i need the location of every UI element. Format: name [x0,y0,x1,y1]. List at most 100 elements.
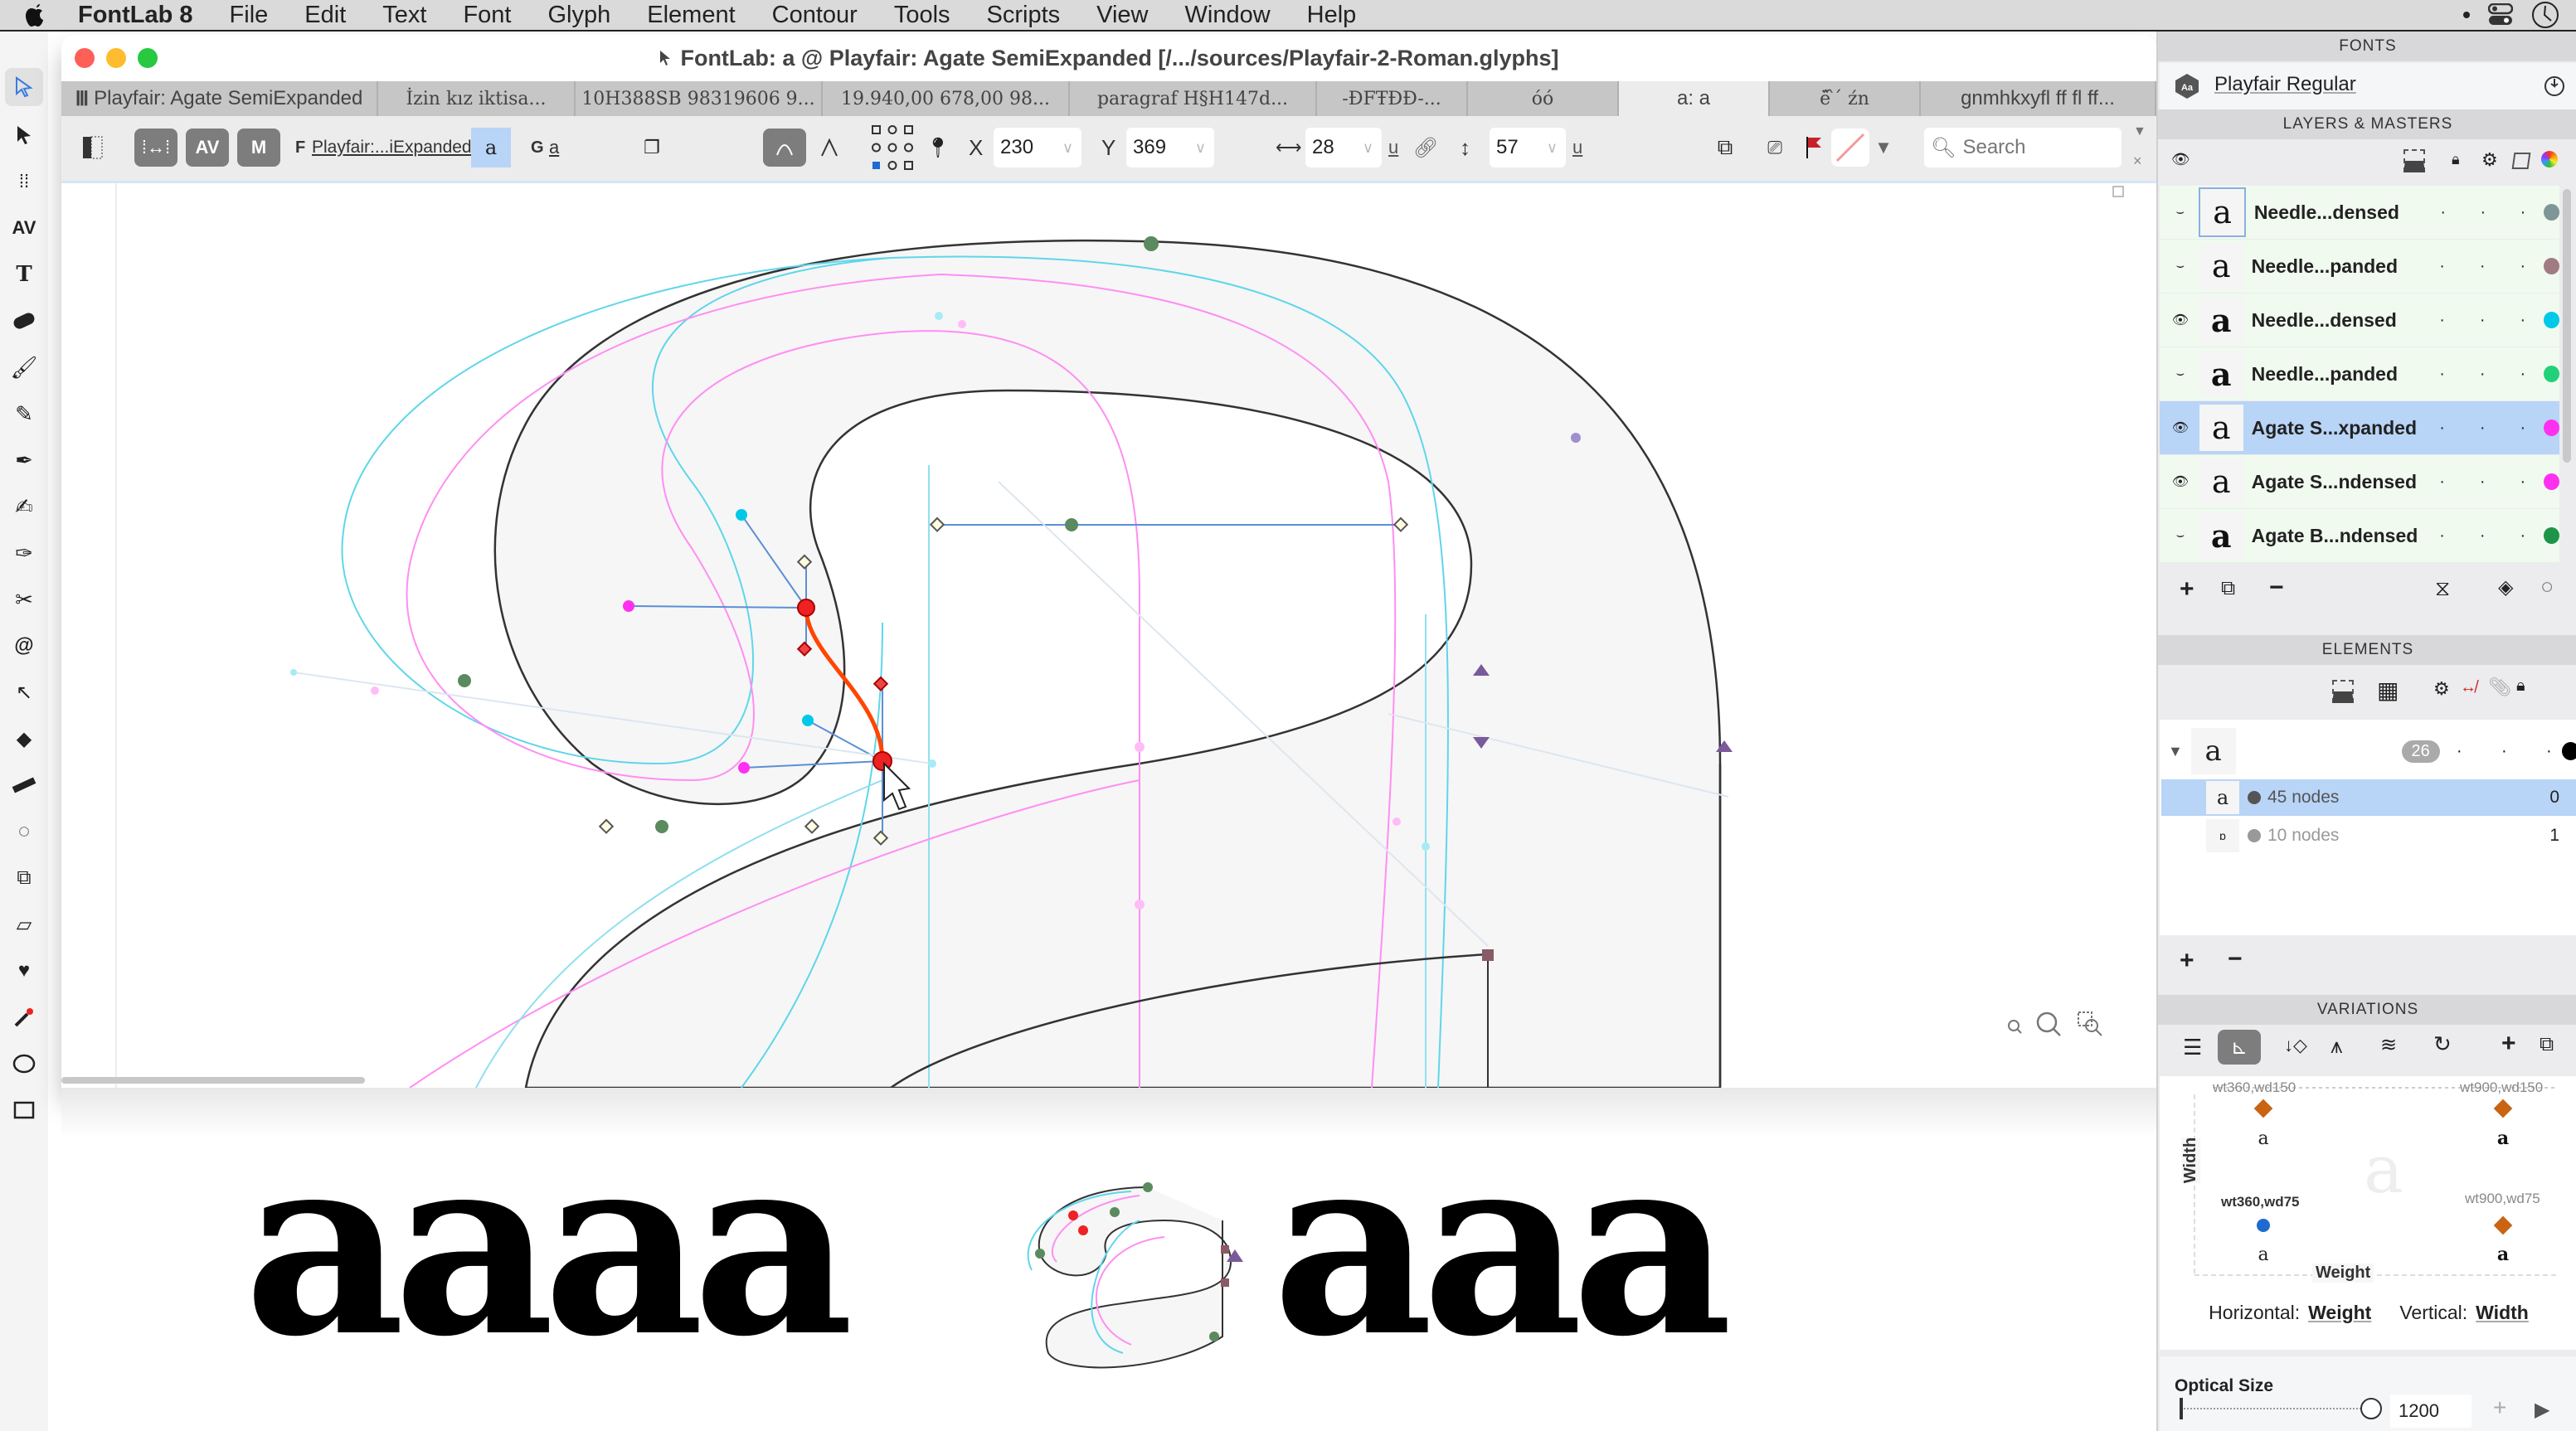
location-pin-button[interactable]: 📍︎ [926,129,950,167]
optical-size-slider-thumb[interactable] [2360,1398,2382,1419]
layer-row[interactable]: ⌣ a Needle...densed · · · [2160,186,2559,239]
eye-open-icon[interactable]: 👁︎ [2165,420,2196,436]
fill-tool-button[interactable]: ◆ [5,720,43,758]
master-marker[interactable] [2253,1099,2273,1118]
horizontal-axis-selector[interactable]: Weight [2308,1302,2371,1324]
magnet-tool-button[interactable]: @ [5,627,43,665]
preview-text-left[interactable]: aaaa [244,1121,854,1370]
search-input[interactable]: 🔍︎ Search [1924,128,2122,167]
app-menu[interactable]: FontLab 8 [78,2,193,29]
brush-tool-button[interactable]: 🖌︎ [5,348,43,386]
element-row-selected[interactable]: a 45 nodes 0 [2161,779,2576,816]
smooth-node-button[interactable] [763,129,806,167]
selection-width-input[interactable]: 28 ∨ [1305,128,1382,167]
pen-tool-button[interactable]: ✒︎ [5,441,43,479]
shear-tool-button[interactable]: ▱ [5,905,43,943]
copy-layer-button[interactable]: ❐ [635,129,668,167]
lock-icon[interactable]: 🔒︎ [2516,677,2525,696]
glyph-cell-button[interactable]: a [471,128,511,167]
eye-closed-icon[interactable]: ⌣ [2165,366,2196,381]
eye-open-icon[interactable]: 👁︎ [2165,473,2196,490]
eraser-tool-button[interactable] [5,302,43,340]
link-dimensions-button[interactable]: 🔗︎ [1412,129,1440,167]
font-name[interactable]: Playfair Regular [2214,73,2356,96]
chevron-down-icon[interactable]: ∨ [1363,139,1373,157]
pencil-tool-button[interactable]: ✎ [5,395,43,433]
chevron-down-icon[interactable]: ∨ [1062,139,1073,157]
remove-element-button[interactable]: − [2228,945,2243,973]
menu-file[interactable]: File [230,2,269,29]
tab-text-6[interactable]: óó [1468,81,1619,116]
search-clear-icon[interactable]: × [2133,153,2142,170]
layer-fill-column-icon[interactable] [2403,149,2425,172]
menu-help[interactable]: Help [1307,2,1357,29]
tab-text-5[interactable]: -ĐFŦĐĐ-... [1317,81,1468,116]
add-master-button[interactable]: + [2501,1030,2516,1058]
kerning-tool-button[interactable]: AV [5,209,43,247]
layers-stack-icon[interactable]: ≋ [2380,1033,2397,1057]
clock-icon[interactable] [2531,1,2559,29]
menu-text[interactable]: Text [382,2,426,29]
menu-contour[interactable]: Contour [772,2,858,29]
element-tool-button[interactable] [5,116,43,154]
cast-button[interactable]: ⎚ [1758,129,1791,167]
search-options-icon[interactable]: ▼ [2133,124,2146,139]
lock-column-icon[interactable]: 🔒︎ [2452,151,2460,168]
current-location-marker[interactable] [2257,1219,2270,1232]
optical-size-slider-track[interactable] [2181,1408,2370,1411]
optical-size-input[interactable]: 1200 [2390,1395,2472,1428]
contour-tool-button[interactable] [5,68,43,106]
refresh-icon[interactable]: ↻ [2433,1031,2452,1057]
duplicate-layer-button[interactable]: ⧉ [2221,577,2235,600]
ellipse-tool-button[interactable] [5,1045,43,1083]
menu-element[interactable]: Element [647,2,735,29]
font-row[interactable]: Aa Playfair Regular [2160,63,2576,109]
node-alignment-grid[interactable] [871,124,914,171]
menu-tools[interactable]: Tools [894,2,950,29]
remove-layer-button[interactable]: − [2269,574,2284,602]
layer-row[interactable]: 👁︎ a Agate S...ndensed · · · [2160,455,2559,508]
chevron-down-icon[interactable]: ∨ [1547,139,1558,157]
power-nib-tool-button[interactable]: ✑ [5,534,43,572]
canvas-corner-icon[interactable] [2112,186,2124,197]
layer-color-swatch[interactable] [2544,420,2559,436]
master-marker[interactable] [2493,1099,2513,1118]
layer-color-swatch[interactable] [2544,204,2559,221]
unlink-icon[interactable]: ↮ [2460,678,2476,697]
overlap-button[interactable]: ⧉ [1708,129,1742,167]
menu-scripts[interactable]: Scripts [987,2,1061,29]
paperclip-icon[interactable]: 📎︎ [2488,677,2511,698]
variations-map[interactable]: a a a a a wt360,wd150 wt900,wd150 wt360,… [2160,1076,2576,1350]
font-selector[interactable]: Playfair:...iExpanded [312,128,472,167]
sidebar-toggle-button[interactable] [76,129,109,167]
text-tool-button[interactable]: T [5,255,43,293]
master-marker[interactable] [2493,1215,2513,1235]
grid-icon[interactable]: ▦ [2377,677,2399,704]
transform-icon[interactable]: ⧖ [2435,575,2450,602]
sharp-node-button[interactable] [813,129,846,167]
selection-height-input[interactable]: 57 ∨ [1490,128,1566,167]
menu-view[interactable]: View [1096,2,1148,29]
horizontal-scrollbar[interactable] [61,1077,365,1084]
lasso-tool-button[interactable]: ◌ [5,813,43,851]
guide-tool-button[interactable]: ↖︎ [5,673,43,711]
rapid-tool-button[interactable]: ✍︎ [5,488,43,526]
tab-glyph-a[interactable]: a: a [1619,81,1770,116]
eye-closed-icon[interactable]: ⌣ [2165,528,2196,543]
eye-closed-icon[interactable]: ⌣ [2165,205,2195,220]
layer-color-swatch[interactable] [2544,312,2559,328]
add-element-button[interactable]: + [2180,947,2194,975]
zoom-out-icon[interactable] [2008,1020,2022,1034]
color-swatch-button[interactable] [1831,129,1869,167]
zoom-in-icon[interactable] [2036,1011,2061,1036]
glyph-outline-drawing[interactable] [61,183,2156,1088]
layer-row[interactable]: 👁︎ a Needle...densed · · · [2160,293,2559,347]
status-dot-icon[interactable] [2463,12,2470,18]
layer-color-swatch[interactable] [2544,258,2559,274]
settings-icon[interactable]: ⚙ [2433,678,2450,700]
element-row[interactable]: ɒ 10 nodes 1 [2161,817,2576,854]
eye-open-icon[interactable]: 👁︎ [2165,312,2196,328]
menu-font[interactable]: Font [463,2,511,29]
layer-row[interactable]: ⌣ a Agate B...ndensed · · · [2160,509,2559,562]
color-dropdown-button[interactable]: ▼ [1873,129,1894,167]
